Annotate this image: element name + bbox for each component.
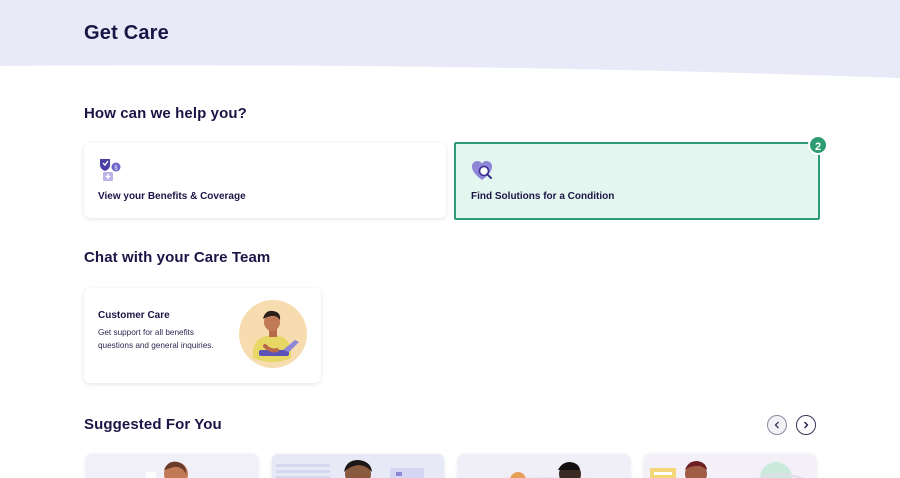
- heart-search-icon: [470, 158, 496, 184]
- chevron-right-icon: [804, 421, 809, 429]
- help-section-title: How can we help you?: [84, 105, 247, 122]
- benefits-shield-icon: $: [98, 157, 124, 183]
- svg-text:$: $: [114, 165, 118, 172]
- suggested-card-4[interactable]: [644, 454, 816, 478]
- suggested-card-3[interactable]: [458, 454, 630, 478]
- carousel-next-button[interactable]: [796, 415, 816, 435]
- benefits-coverage-card[interactable]: $ View your Benefits & Coverage: [84, 143, 446, 218]
- suggested-card-1-illustration: [146, 461, 188, 478]
- support-agent-illustration: [239, 300, 307, 368]
- chat-section-title: Chat with your Care Team: [84, 249, 271, 266]
- step-badge: 2: [808, 135, 828, 155]
- customer-care-card[interactable]: Customer Care Get support for all benefi…: [84, 288, 321, 383]
- suggested-card-2-illustration: [276, 460, 424, 478]
- carousel-prev-button[interactable]: [767, 415, 787, 435]
- suggested-card-2[interactable]: [272, 454, 444, 478]
- suggested-card-1[interactable]: [86, 454, 258, 478]
- find-solutions-card[interactable]: Find Solutions for a Condition: [454, 142, 820, 220]
- suggested-card-3-illustration: [510, 462, 595, 478]
- suggested-section-title: Suggested For You: [84, 416, 222, 433]
- benefits-coverage-label: View your Benefits & Coverage: [98, 191, 246, 202]
- customer-care-description: Get support for all benefits questions a…: [98, 328, 214, 350]
- chevron-left-icon: [774, 421, 779, 429]
- page-title: Get Care: [84, 22, 169, 44]
- find-solutions-label: Find Solutions for a Condition: [471, 191, 615, 202]
- customer-care-title: Customer Care: [98, 310, 170, 321]
- suggested-card-4-illustration: [650, 461, 804, 478]
- header-banner: Get Care: [0, 0, 900, 84]
